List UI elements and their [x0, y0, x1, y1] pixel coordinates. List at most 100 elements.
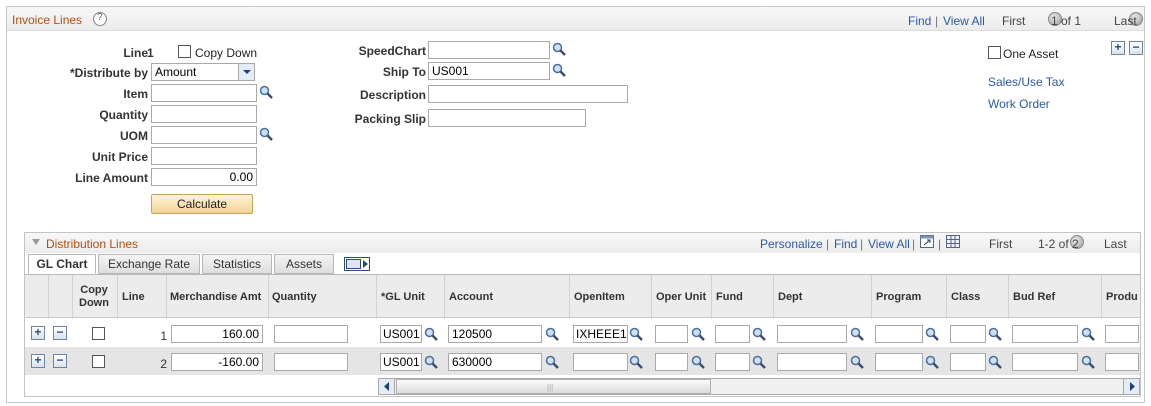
scroll-right-arrow-icon[interactable] [1123, 379, 1139, 394]
packing-slip-label: Packing Slip [354, 112, 426, 126]
row-class-input[interactable] [950, 325, 986, 343]
uom-lookup-icon[interactable] [259, 127, 273, 141]
row-merchandise-amt-input[interactable]: -160.00 [171, 353, 263, 371]
scroll-thumb[interactable]: ||| [396, 379, 711, 394]
sales-use-tax-link[interactable]: Sales/Use Tax [988, 75, 1064, 89]
row-bud-ref-input[interactable] [1012, 325, 1078, 343]
delete-row-icon[interactable]: − [1129, 41, 1143, 55]
fund-lookup-icon[interactable] [752, 327, 766, 341]
row-merchandise-amt-input[interactable]: 160.00 [171, 325, 263, 343]
col-bud-ref: Bud Ref [1013, 291, 1056, 303]
speedchart-lookup-icon[interactable] [552, 42, 566, 56]
col-merchandise-amt: Merchandise Amt [170, 291, 262, 303]
row-oper-unit-input[interactable] [655, 353, 688, 371]
row-openitem-input[interactable] [573, 353, 628, 371]
one-asset-checkbox[interactable] [988, 46, 1001, 59]
show-all-columns-icon[interactable] [344, 257, 370, 271]
col-class: Class [951, 291, 981, 303]
row-fund-input[interactable] [715, 325, 750, 343]
gl-unit-lookup-icon[interactable] [424, 355, 438, 369]
line-amount-input[interactable]: 0.00 [151, 168, 257, 186]
tab-gl-chart[interactable]: GL Chart [28, 254, 96, 274]
distribute-by-select[interactable]: Amount [151, 63, 255, 81]
download-grid-icon[interactable] [946, 235, 960, 248]
row-dept-input[interactable] [777, 353, 847, 371]
row-gl-unit-input[interactable]: US001 [380, 325, 422, 343]
item-lookup-icon[interactable] [259, 85, 273, 99]
openitem-lookup-icon[interactable] [629, 327, 643, 341]
row-delete-icon[interactable]: − [53, 354, 67, 368]
ship-to-lookup-icon[interactable] [552, 63, 566, 77]
help-icon[interactable]: ? [93, 12, 107, 26]
program-lookup-icon[interactable] [925, 355, 939, 369]
row-delete-icon[interactable]: − [53, 326, 67, 340]
row-program-input[interactable] [875, 353, 923, 371]
tab-exchange-rate[interactable]: Exchange Rate [98, 254, 200, 274]
bud-ref-lookup-icon[interactable] [1081, 355, 1095, 369]
collapse-triangle-icon[interactable] [31, 237, 41, 247]
row-openitem-input[interactable]: IXHEEE10 [573, 325, 628, 343]
one-asset-label: One Asset [1003, 47, 1059, 61]
tab-assets[interactable]: Assets [274, 254, 334, 274]
packing-slip-input[interactable] [428, 109, 586, 127]
copy-down-checkbox[interactable] [178, 45, 191, 58]
row-product-input[interactable] [1105, 325, 1139, 343]
speedchart-label: SpeedChart [358, 44, 426, 58]
account-lookup-icon[interactable] [545, 327, 559, 341]
grid-view-all-link[interactable]: View All [868, 237, 910, 251]
row-dept-input[interactable] [777, 325, 847, 343]
find-link[interactable]: Find [908, 14, 931, 28]
last-label: Last [1114, 14, 1137, 28]
col-program: Program [876, 291, 922, 303]
row-class-input[interactable] [950, 353, 986, 371]
unit-price-input[interactable] [151, 147, 257, 165]
row-program-input[interactable] [875, 325, 923, 343]
class-lookup-icon[interactable] [988, 355, 1002, 369]
gl-unit-lookup-icon[interactable] [424, 327, 438, 341]
oper-unit-lookup-icon[interactable] [691, 327, 705, 341]
speedchart-input[interactable] [428, 41, 550, 59]
zoom-window-icon[interactable] [920, 235, 934, 248]
oper-unit-lookup-icon[interactable] [691, 355, 705, 369]
chevron-down-icon[interactable] [238, 64, 254, 80]
grid-find-link[interactable]: Find [834, 237, 857, 251]
row-add-icon[interactable]: + [31, 326, 45, 340]
program-lookup-icon[interactable] [925, 327, 939, 341]
row-copy-down-checkbox[interactable] [92, 327, 105, 340]
dept-lookup-icon[interactable] [850, 355, 864, 369]
calculate-button[interactable]: Calculate [151, 194, 253, 214]
class-lookup-icon[interactable] [988, 327, 1002, 341]
row-account-input[interactable]: 120500 [448, 325, 542, 343]
col-oper-unit: Oper Unit [656, 291, 707, 303]
item-input[interactable] [151, 84, 257, 102]
uom-input[interactable] [151, 126, 257, 144]
dept-lookup-icon[interactable] [850, 327, 864, 341]
col-line: Line [122, 291, 145, 303]
row-copy-down-checkbox[interactable] [92, 355, 105, 368]
row-quantity-input[interactable] [274, 325, 348, 343]
work-order-link[interactable]: Work Order [988, 97, 1050, 111]
ship-to-input[interactable]: US001 [428, 62, 550, 80]
page-range: 1 of 1 [1051, 14, 1082, 28]
openitem-lookup-icon[interactable] [629, 355, 643, 369]
view-all-link[interactable]: View All [943, 14, 985, 28]
row-oper-unit-input[interactable] [655, 325, 688, 343]
row-gl-unit-input[interactable]: US001 [380, 353, 422, 371]
horizontal-scrollbar[interactable]: ||| [378, 378, 1140, 395]
fund-lookup-icon[interactable] [752, 355, 766, 369]
row-product-input[interactable] [1105, 353, 1139, 371]
row-account-input[interactable]: 630000 [448, 353, 542, 371]
add-row-icon[interactable]: + [1111, 41, 1125, 55]
row-quantity-input[interactable] [274, 353, 348, 371]
row-bud-ref-input[interactable] [1012, 353, 1078, 371]
quantity-input[interactable] [151, 105, 257, 123]
tab-statistics[interactable]: Statistics [202, 254, 272, 274]
bud-ref-lookup-icon[interactable] [1081, 327, 1095, 341]
personalize-link[interactable]: Personalize [760, 237, 823, 251]
separator: | [938, 237, 942, 251]
scroll-left-arrow-icon[interactable] [379, 379, 395, 394]
account-lookup-icon[interactable] [545, 355, 559, 369]
description-input[interactable] [428, 85, 628, 103]
row-fund-input[interactable] [715, 353, 750, 371]
row-add-icon[interactable]: + [31, 354, 45, 368]
